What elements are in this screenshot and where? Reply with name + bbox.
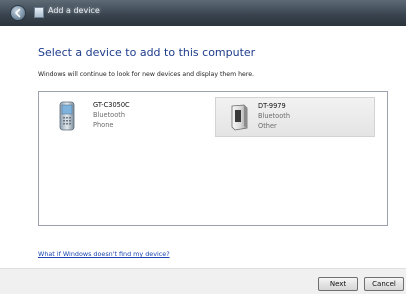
add-device-icon bbox=[34, 7, 44, 18]
title-bar: Add a device bbox=[0, 0, 406, 26]
page-subtext: Windows will continue to look for new de… bbox=[38, 71, 255, 78]
device-category: Phone bbox=[93, 121, 114, 129]
next-button[interactable]: Next bbox=[318, 277, 358, 291]
back-arrow-icon bbox=[15, 8, 21, 18]
device-icon bbox=[231, 104, 248, 131]
window-title: Add a device bbox=[48, 6, 100, 15]
back-button[interactable] bbox=[10, 5, 26, 21]
device-name: GT-C3050C bbox=[93, 101, 130, 109]
device-category: Other bbox=[258, 122, 277, 130]
device-name: DT-9979 bbox=[258, 102, 286, 110]
phone-icon bbox=[59, 101, 75, 131]
help-link[interactable]: What if Windows doesn't find my device? bbox=[38, 250, 170, 258]
page-heading: Select a device to add to this computer bbox=[38, 46, 256, 59]
device-tile-gt-c3050c[interactable]: GT-C3050C Bluetooth Phone bbox=[51, 97, 211, 137]
device-tile-dt-9979[interactable]: DT-9979 Bluetooth Other bbox=[215, 97, 375, 137]
cancel-button[interactable]: Cancel bbox=[364, 277, 404, 291]
device-list: GT-C3050C Bluetooth Phone DT-9979 Blueto… bbox=[38, 91, 388, 226]
device-connection: Bluetooth bbox=[93, 111, 126, 119]
device-connection: Bluetooth bbox=[258, 112, 291, 120]
